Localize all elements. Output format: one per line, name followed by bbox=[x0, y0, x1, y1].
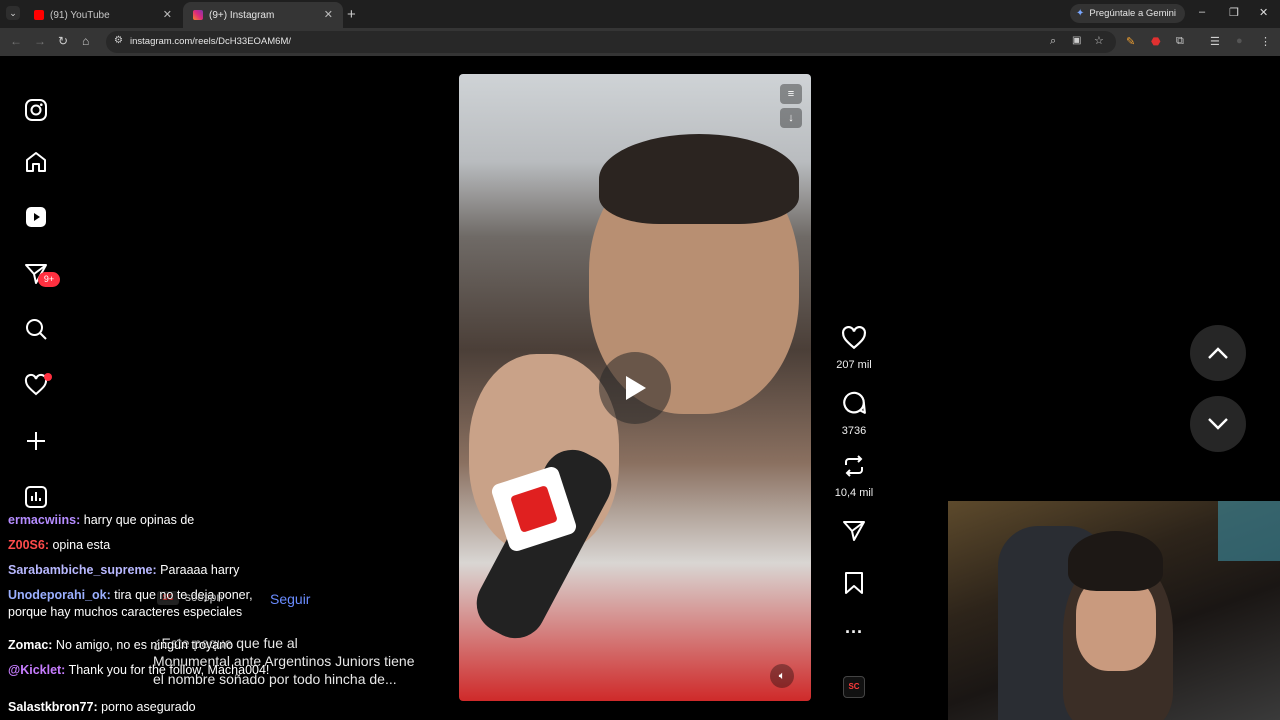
heart-icon bbox=[842, 325, 866, 350]
chat-text: Paraaaa harry bbox=[156, 563, 240, 577]
extensions-icon[interactable]: ⧉ bbox=[1176, 35, 1184, 48]
menu-icon[interactable]: ⋮ bbox=[1260, 35, 1271, 48]
profile-icon[interactable]: ● bbox=[1236, 35, 1243, 47]
messages-badge: 9+ bbox=[38, 272, 60, 287]
audio-avatar[interactable]: SC bbox=[843, 676, 865, 698]
maximize-button[interactable]: ❐ bbox=[1229, 6, 1239, 19]
chat-username: Zomac: bbox=[8, 638, 53, 652]
chat-message: Unodeporahi_ok: tira que no te deja pone… bbox=[8, 587, 278, 621]
browser-toolbar: ← → ↻ ⌂ ⚙ instagram.com/reels/DcH33EOAM6… bbox=[0, 28, 1280, 56]
chevron-down-icon bbox=[1208, 418, 1228, 430]
chat-text: opina esta bbox=[49, 538, 111, 552]
mute-icon[interactable]: 🔈︎ bbox=[770, 664, 794, 688]
gemini-label: Pregúntale a Gemini bbox=[1089, 8, 1176, 19]
gemini-icon: ✦ bbox=[1076, 8, 1085, 19]
chat-text: harry que opinas de bbox=[80, 513, 195, 527]
chat-message: Sarabambiche_supreme: Paraaaa harry bbox=[8, 558, 239, 583]
chat-text: No amigo, no es ningún troyano bbox=[52, 638, 234, 652]
comment-icon bbox=[843, 391, 866, 414]
monitor-glow-shape bbox=[1218, 501, 1280, 561]
dashboard-icon[interactable] bbox=[22, 483, 50, 511]
like-count: 207 mil bbox=[836, 359, 872, 371]
reading-list-icon[interactable]: ☰ bbox=[1210, 35, 1220, 48]
chat-username: @Kicklet: bbox=[8, 663, 66, 677]
like-button[interactable]: 207 mil bbox=[824, 325, 884, 371]
share-button[interactable] bbox=[824, 519, 884, 548]
minimize-button[interactable]: – bbox=[1199, 6, 1205, 18]
instagram-logo-icon[interactable] bbox=[22, 96, 50, 124]
back-button[interactable]: ← bbox=[10, 34, 22, 48]
forward-button[interactable]: → bbox=[34, 34, 46, 48]
gemini-button[interactable]: ✦ Pregúntale a Gemini bbox=[1070, 4, 1185, 23]
video-hair-shape bbox=[599, 134, 799, 224]
browser-window: ⌄ (91) YouTube ✕ (9+) Instagram ✕ + ✦ Pr… bbox=[0, 0, 1280, 720]
tab-youtube[interactable]: (91) YouTube ✕ bbox=[24, 2, 182, 28]
bookmark-icon bbox=[845, 572, 863, 594]
captions-icon[interactable]: ≡ bbox=[780, 84, 802, 104]
cast-icon[interactable]: ▣ bbox=[1072, 35, 1081, 46]
chat-username: ermacwiins: bbox=[8, 513, 81, 527]
reel-video[interactable]: ≡ ↓ 🔈︎ bbox=[459, 74, 811, 701]
send-icon bbox=[843, 521, 865, 541]
play-icon bbox=[626, 376, 646, 400]
next-reel-button[interactable] bbox=[1190, 396, 1246, 452]
notification-dot bbox=[44, 373, 52, 381]
tab-title: (9+) Instagram bbox=[209, 9, 275, 21]
close-tab-icon[interactable]: ✕ bbox=[163, 8, 172, 21]
tab-search-button[interactable]: ⌄ bbox=[6, 6, 20, 20]
previous-reel-button[interactable] bbox=[1190, 325, 1246, 381]
zoom-icon[interactable]: ⌕ bbox=[1050, 35, 1056, 48]
new-tab-button[interactable]: + bbox=[347, 6, 356, 23]
play-button[interactable] bbox=[599, 352, 671, 424]
repost-count: 10,4 mil bbox=[834, 487, 874, 499]
chat-text: Thank you for the follow, Macha004! bbox=[65, 663, 270, 677]
repost-button[interactable]: 10,4 mil bbox=[824, 454, 884, 499]
youtube-icon bbox=[34, 10, 44, 20]
comment-count: 3736 bbox=[841, 425, 867, 437]
address-bar[interactable]: ⚙ instagram.com/reels/DcH33EOAM6M/ ⌕ ▣ ☆ bbox=[106, 31, 1116, 53]
chat-message: Salastkbron77: porno asegurado bbox=[8, 695, 196, 720]
repost-icon bbox=[845, 455, 863, 477]
chat-message: Z00S6: opina esta bbox=[8, 533, 110, 558]
reels-icon[interactable] bbox=[22, 203, 50, 231]
chat-username: Salastkbron77: bbox=[8, 700, 98, 714]
chat-message: Zomac: No amigo, no es ningún troyano bbox=[8, 633, 233, 658]
search-icon[interactable] bbox=[22, 315, 50, 343]
chat-username: Z00S6: bbox=[8, 538, 49, 552]
comment-button[interactable]: 3736 bbox=[824, 390, 884, 437]
more-options-icon[interactable]: ··· bbox=[824, 622, 884, 643]
extension-icon[interactable]: ⬣ bbox=[1151, 35, 1161, 48]
chat-message: ermacwiins: harry que opinas de bbox=[8, 508, 194, 533]
close-window-button[interactable]: ✕ bbox=[1259, 6, 1268, 19]
plus-icon[interactable] bbox=[22, 427, 50, 455]
save-button[interactable] bbox=[824, 571, 884, 600]
streamer-hair-shape bbox=[1068, 531, 1163, 591]
chat-text: porno asegurado bbox=[97, 700, 196, 714]
extension-icon[interactable]: ✎ bbox=[1126, 35, 1135, 48]
chat-message: @Kicklet: Thank you for the follow, Mach… bbox=[8, 662, 278, 679]
url-text: instagram.com/reels/DcH33EOAM6M/ bbox=[130, 36, 292, 47]
tab-instagram[interactable]: (9+) Instagram ✕ bbox=[183, 2, 343, 28]
chat-username: Sarabambiche_supreme: bbox=[8, 563, 157, 577]
instagram-icon bbox=[193, 10, 203, 20]
site-info-icon[interactable]: ⚙ bbox=[114, 35, 123, 46]
chat-username: Unodeporahi_ok: bbox=[8, 588, 111, 602]
download-icon[interactable]: ↓ bbox=[780, 108, 802, 128]
reload-button[interactable]: ↻ bbox=[58, 34, 68, 48]
stream-chat-overlay: ermacwiins: harry que opinas de Z00S6: op… bbox=[0, 508, 320, 720]
close-tab-icon[interactable]: ✕ bbox=[324, 8, 333, 21]
bookmark-star-icon[interactable]: ☆ bbox=[1094, 34, 1104, 47]
home-button[interactable]: ⌂ bbox=[82, 34, 89, 48]
streamer-webcam bbox=[948, 501, 1280, 720]
chevron-up-icon bbox=[1208, 347, 1228, 359]
tab-title: (91) YouTube bbox=[50, 9, 110, 21]
tab-strip: ⌄ (91) YouTube ✕ (9+) Instagram ✕ + ✦ Pr… bbox=[0, 0, 1280, 28]
home-icon[interactable] bbox=[22, 148, 50, 176]
